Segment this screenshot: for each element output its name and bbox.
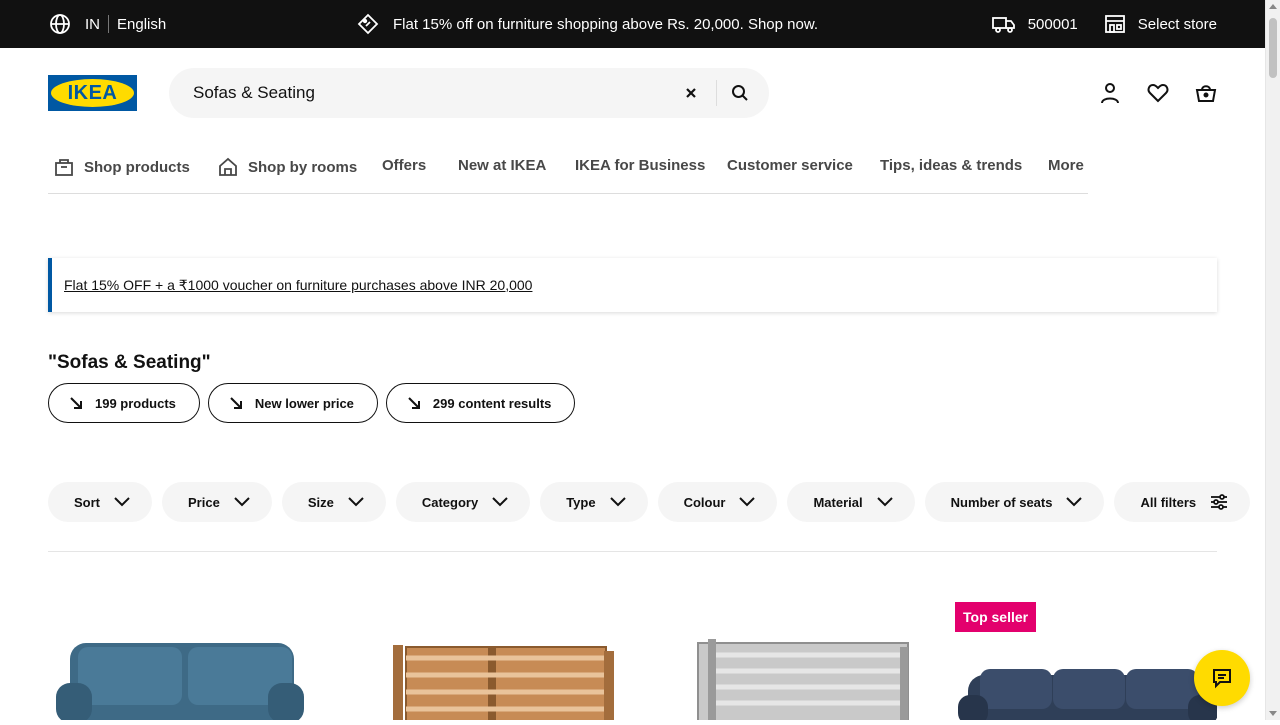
chevron-down-icon xyxy=(876,497,893,507)
language-selector[interactable]: IN English xyxy=(49,0,166,48)
product-image-grey-bench xyxy=(697,639,909,724)
delivery-pincode[interactable]: 500001 xyxy=(991,14,1078,34)
cart-icon[interactable] xyxy=(1194,80,1218,106)
filter-price[interactable]: Price xyxy=(162,482,272,522)
nav-item-tips-ideas-trends[interactable]: Tips, ideas & trends xyxy=(880,157,1022,174)
filter-label: All filters xyxy=(1140,494,1197,510)
divider xyxy=(48,551,1217,552)
pill-products[interactable]: 199 products xyxy=(48,383,200,423)
nav-label: Offers xyxy=(382,157,427,174)
promo-text: Flat 15% off on furniture shopping above… xyxy=(393,15,819,33)
top-seller-badge: Top seller xyxy=(955,602,1037,632)
chat-icon xyxy=(1211,667,1233,689)
nav-label: New at IKEA xyxy=(458,157,547,174)
divider xyxy=(108,15,109,33)
pill-new-lower-price[interactable]: New lower price xyxy=(207,383,378,423)
pincode-label: 500001 xyxy=(1027,15,1078,33)
store-icon xyxy=(1104,14,1126,34)
close-icon[interactable] xyxy=(679,83,703,103)
nav-label: Shop by rooms xyxy=(248,158,358,176)
chat-button[interactable] xyxy=(1194,650,1250,706)
pill-content-results[interactable]: 299 content results xyxy=(385,383,576,423)
home-icon xyxy=(218,157,238,177)
filter-label: Number of seats xyxy=(950,494,1053,510)
filter-colour[interactable]: Colour xyxy=(657,482,778,522)
ikea-logo[interactable]: IKEA xyxy=(48,75,137,111)
shopping-bag-icon xyxy=(54,157,74,177)
chevron-down-icon xyxy=(234,497,250,507)
promo-banner: Flat 15% OFF + a ₹1000 voucher on furnit… xyxy=(48,258,1217,312)
chevron-down-icon xyxy=(114,497,130,507)
account-icon[interactable] xyxy=(1098,80,1122,106)
search-divider xyxy=(716,80,717,106)
nav-item-ikea-for-business[interactable]: IKEA for Business xyxy=(575,157,705,174)
chevron-down-icon xyxy=(492,497,508,507)
filter-label: Size xyxy=(307,494,334,510)
filter-label: Category xyxy=(421,494,479,510)
globe-icon xyxy=(49,13,71,35)
product-image-navy-sofa xyxy=(958,669,1218,725)
price-tag-icon xyxy=(357,13,379,35)
filter-material[interactable]: Material xyxy=(787,482,915,522)
arrow-down-right-icon xyxy=(229,396,243,410)
top-bar: IN English Flat 15% off on furniture sho… xyxy=(0,0,1265,48)
heart-icon[interactable] xyxy=(1146,80,1170,106)
chevron-down-icon xyxy=(348,497,364,507)
scroll-up-arrow-icon[interactable] xyxy=(1269,4,1277,9)
scrollbar-thumb[interactable] xyxy=(1269,18,1277,78)
chevron-down-icon xyxy=(739,497,756,507)
product-images[interactable] xyxy=(48,595,1218,725)
chevron-down-icon xyxy=(1066,497,1083,507)
filter-size[interactable]: Size xyxy=(281,482,386,522)
main-navigation: Shop products Shop by rooms Offers New a… xyxy=(48,148,1088,194)
nav-item-more[interactable]: More xyxy=(1048,157,1084,174)
search-icon[interactable] xyxy=(727,80,753,106)
nav-label: Customer service xyxy=(727,157,853,174)
truck-icon xyxy=(991,14,1016,34)
nav-item-new-at-ikea[interactable]: New at IKEA xyxy=(458,157,546,174)
arrow-down-right-icon xyxy=(69,396,83,410)
scroll-down-arrow-icon[interactable] xyxy=(1269,711,1277,716)
pill-label: 199 products xyxy=(95,395,176,411)
country-code: IN xyxy=(85,15,100,33)
filter-type[interactable]: Type xyxy=(540,482,648,522)
nav-item-customer-service[interactable]: Customer service xyxy=(727,157,853,174)
filter-label: Material xyxy=(813,494,863,510)
result-type-pills: 199 products New lower price 299 content… xyxy=(48,383,576,423)
filter-label: Type xyxy=(566,494,596,510)
nav-label: IKEA for Business xyxy=(575,157,706,174)
promo-banner-link[interactable]: Flat 15% OFF + a ₹1000 voucher on furnit… xyxy=(64,277,532,294)
filter-bar: Sort Price Size Category Type Colour Mat… xyxy=(48,482,1251,522)
pill-label: 299 content results xyxy=(432,395,552,411)
page-scrollbar[interactable] xyxy=(1265,0,1280,720)
store-label: Select store xyxy=(1137,15,1217,33)
search-input[interactable] xyxy=(193,68,673,118)
logo-text: IKEA xyxy=(51,79,134,107)
select-store[interactable]: Select store xyxy=(1104,14,1217,34)
nav-item-shop-by-rooms[interactable]: Shop by rooms xyxy=(218,157,357,177)
arrow-down-right-icon xyxy=(407,396,421,410)
chevron-down-icon xyxy=(609,497,626,507)
filter-label: Sort xyxy=(74,494,100,510)
pill-label: New lower price xyxy=(254,395,354,411)
product-image-wooden-bench xyxy=(393,645,614,724)
filter-label: Price xyxy=(188,494,220,510)
product-image-blue-sofa xyxy=(56,643,304,723)
filter-label: Colour xyxy=(683,494,726,510)
nav-label: Shop products xyxy=(84,158,190,176)
nav-label: Tips, ideas & trends xyxy=(880,157,1023,174)
filter-sort[interactable]: Sort xyxy=(48,482,152,522)
nav-item-shop-products[interactable]: Shop products xyxy=(54,157,190,177)
search-bar xyxy=(169,68,769,118)
nav-label: More xyxy=(1048,157,1084,174)
filter-category[interactable]: Category xyxy=(395,482,531,522)
product-grid xyxy=(48,595,1218,725)
filter-all-filters[interactable]: All filters xyxy=(1114,482,1251,522)
promo-link[interactable]: Flat 15% off on furniture shopping above… xyxy=(357,0,818,48)
language-label: English xyxy=(117,15,167,33)
nav-item-offers[interactable]: Offers xyxy=(382,157,426,174)
sliders-icon xyxy=(1210,494,1228,510)
search-results-title: "Sofas & Seating" xyxy=(48,352,211,373)
filter-number-of-seats[interactable]: Number of seats xyxy=(924,482,1105,522)
